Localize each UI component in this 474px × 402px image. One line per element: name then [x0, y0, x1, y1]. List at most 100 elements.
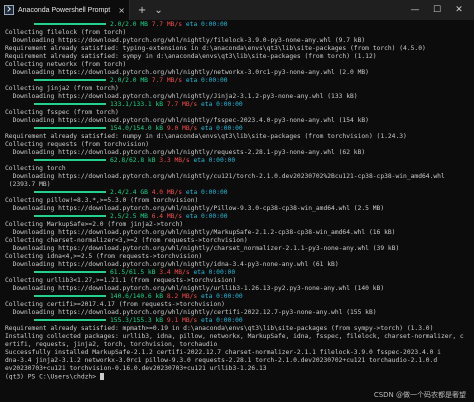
download-eta: eta 0:00:00 [193, 269, 236, 276]
download-eta: eta 0:00:00 [193, 157, 236, 164]
terminal-line: Collecting networkx (from torch) [5, 61, 127, 68]
terminal-line: Collecting jinja2 (from torch) [5, 85, 119, 92]
progress-line: 2.4/2.4 GB 4.0 MB/s eta 0:00:00 [34, 189, 228, 197]
new-tab-icon[interactable]: + [138, 5, 146, 16]
download-eta: eta 0:00:00 [201, 293, 243, 300]
progress-bar [34, 215, 106, 217]
download-speed: 7.7 MB/s [166, 101, 198, 108]
download-eta: eta 0:00:00 [201, 317, 243, 324]
title-bar: Anaconda Powershell Prompt × + ⌄ — ☐ ✕ [0, 0, 474, 20]
terminal-output[interactable]: 2.0/2.0 MB 7.7 MB/s eta 0:00:00 Collectin… [0, 20, 474, 402]
terminal-line: Downloading https://download.pytorch.org… [5, 93, 358, 100]
terminal-line: Collecting certifi>=2017.4.17 (from requ… [5, 301, 225, 308]
terminal-line: Requirement already satisfied: sympy in … [5, 53, 377, 60]
terminal-line: Requirement already satisfied: mpmath>=0… [5, 325, 434, 332]
terminal-line: dna-3.4 jinja2-3.1.2 networkx-3.0rc1 pil… [5, 357, 438, 364]
text-cursor [99, 373, 104, 380]
progress-bar [34, 127, 106, 129]
progress-bar [34, 191, 106, 193]
terminal-line: Collecting filelock (from torch) [5, 29, 127, 36]
terminal-line: Collecting MarkupSafe>=2.0 (from jinja2-… [5, 221, 184, 228]
terminal-line: Collecting fsspec (from torch) [5, 109, 119, 116]
terminal-line: Collecting pillow!=8.3.*,>=5.3.0 (from t… [5, 197, 199, 204]
terminal-line: ertifi, requests, jinja2, torch, torchvi… [5, 341, 218, 348]
maximize-icon[interactable]: ☐ [426, 5, 448, 15]
download-eta: eta 0:00:00 [185, 213, 228, 220]
terminal-tab[interactable]: Anaconda Powershell Prompt × [0, 0, 130, 20]
download-size: 2.5/2.5 MB [110, 213, 148, 220]
download-eta: eta 0:00:00 [185, 21, 228, 28]
download-speed: 9.1 MB/s [166, 317, 198, 324]
progress-line: 140.6/140.6 kB 8.2 MB/s eta 0:00:00 [34, 293, 243, 301]
download-size: 155.3/155.3 kB [110, 317, 164, 324]
terminal-line: Downloading https://download.pytorch.org… [5, 205, 385, 212]
tab-title: Anaconda Powershell Prompt [18, 6, 111, 14]
download-speed: 6.4 MB/s [151, 213, 183, 220]
download-size: 2.0/2.0 MB [110, 77, 148, 84]
prompt-text: (qt3) PS C:\Users\chdzh> [5, 373, 100, 381]
progress-bar [34, 159, 106, 161]
download-speed: 3.3 MB/s [159, 157, 190, 164]
minimize-icon[interactable]: — [404, 5, 426, 15]
terminal-line: Installing collected packages: urllib3, … [5, 333, 464, 340]
progress-bar [34, 271, 106, 273]
terminal-line: Downloading https://download.pytorch.org… [5, 245, 400, 252]
window-controls: — ☐ ✕ [404, 0, 470, 20]
powershell-icon [4, 5, 14, 15]
terminal-line: Downloading https://download.pytorch.org… [5, 117, 369, 124]
download-eta: eta 0:00:00 [201, 125, 243, 132]
progress-bar [34, 79, 106, 81]
terminal-line: Collecting urllib3<1.27,>=1.21.1 (from r… [5, 277, 237, 284]
terminal-line: Collecting charset-normalizer<3,>=2 (fro… [5, 237, 248, 244]
terminal-line: Successfully installed MarkupSafe-2.1.2 … [5, 349, 441, 356]
progress-bar [34, 319, 106, 321]
terminal-line: (2393.7 MB) [5, 181, 51, 188]
terminal-line: Collecting torch [5, 165, 66, 172]
download-eta: eta 0:00:00 [201, 101, 243, 108]
terminal-line: Downloading https://download.pytorch.org… [5, 285, 385, 292]
download-speed: 7.7 MB/s [151, 77, 183, 84]
download-size: 62.8/62.8 kB [110, 157, 156, 164]
close-window-icon[interactable]: ✕ [448, 5, 470, 15]
progress-bar [34, 295, 106, 297]
download-size: 2.4/2.4 GB [110, 189, 148, 196]
progress-line: 154.0/154.0 kB 9.0 MB/s eta 0:00:00 [34, 125, 243, 133]
download-speed: 7.7 MB/s [151, 21, 183, 28]
progress-bar [34, 103, 106, 105]
progress-line: 62.8/62.8 kB 3.3 MB/s eta 0:00:00 [34, 157, 235, 165]
download-size: 140.6/140.6 kB [110, 293, 164, 300]
terminal-line: Collecting idna<4,>=2.5 (from requests->… [5, 253, 203, 260]
progress-line: 155.3/155.3 kB 9.1 MB/s eta 0:00:00 [34, 317, 243, 325]
terminal-line: Collecting requests (from torchvision) [5, 141, 150, 148]
terminal-line: Requirement already satisfied: typing-ex… [5, 45, 426, 52]
download-size: 61.5/61.5 kB [110, 269, 156, 276]
tab-dropdown-icon[interactable]: ⌄ [154, 5, 162, 16]
progress-line: 2.0/2.0 MB 7.7 MB/s eta 0:00:00 [34, 77, 228, 85]
download-speed: 3.4 MB/s [159, 269, 190, 276]
download-speed: 4.0 MB/s [151, 189, 183, 196]
terminal-line: Downloading https://download.pytorch.org… [5, 229, 396, 236]
download-size: 2.0/2.0 MB [110, 21, 148, 28]
terminal-line: Downloading https://download.pytorch.org… [5, 261, 339, 268]
progress-line: 133.1/133.1 kB 7.7 MB/s eta 0:00:00 [34, 101, 243, 109]
download-eta: eta 0:00:00 [185, 189, 228, 196]
terminal-line: Downloading https://download.pytorch.org… [5, 149, 366, 156]
watermark: CSDN @做一个码农都是奢望 [371, 390, 468, 400]
terminal-line: Requirement already satisfied: numpy in … [5, 133, 407, 140]
terminal-line: ev20230703+cu121 torchvision-0.16.0.dev2… [5, 365, 267, 372]
terminal-line: Downloading https://download.pytorch.org… [5, 69, 369, 76]
download-eta: eta 0:00:00 [185, 77, 228, 84]
progress-line: 61.5/61.5 kB 3.4 MB/s eta 0:00:00 [34, 269, 235, 277]
terminal-line: Downloading https://download.pytorch.org… [5, 37, 366, 44]
command-prompt: (qt3) PS C:\Users\chdzh> [5, 373, 104, 381]
progress-line: 2.5/2.5 MB 6.4 MB/s eta 0:00:00 [34, 213, 228, 221]
download-size: 133.1/133.1 kB [110, 101, 164, 108]
download-speed: 8.2 MB/s [166, 293, 198, 300]
progress-line: 2.0/2.0 MB 7.7 MB/s eta 0:00:00 [34, 21, 228, 29]
download-speed: 9.0 MB/s [166, 125, 198, 132]
close-tab-icon[interactable]: × [118, 6, 125, 15]
download-size: 154.0/154.0 kB [110, 125, 164, 132]
terminal-line: Downloading https://download.pytorch.org… [5, 173, 445, 180]
terminal-line: Downloading https://download.pytorch.org… [5, 309, 377, 316]
progress-bar [34, 23, 106, 25]
